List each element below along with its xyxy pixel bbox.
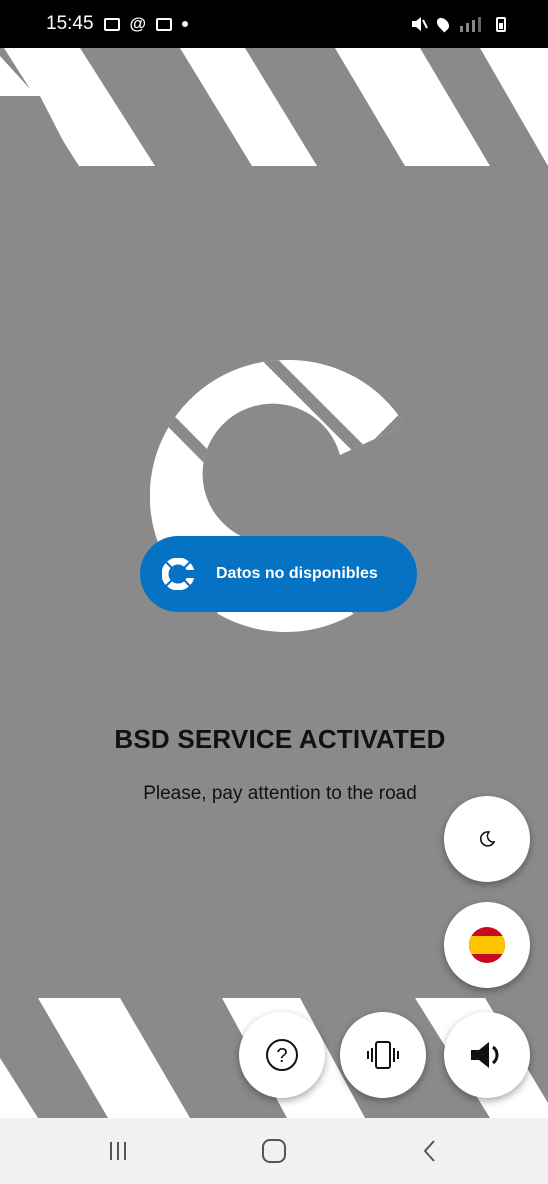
vibrate-icon bbox=[367, 1041, 399, 1069]
night-mode-button[interactable] bbox=[444, 796, 530, 882]
status-time: 15:45 bbox=[46, 13, 94, 34]
svg-text:?: ? bbox=[276, 1045, 287, 1067]
speaker-icon bbox=[471, 1042, 499, 1068]
vibration-button[interactable] bbox=[340, 1012, 426, 1098]
moon-icon bbox=[479, 831, 496, 847]
at-icon: @ bbox=[129, 14, 147, 33]
top-left-stripe bbox=[0, 56, 76, 166]
help-button[interactable]: ? bbox=[239, 1012, 325, 1098]
home-icon bbox=[262, 1139, 286, 1163]
service-headline: BSD SERVICE ACTIVATED bbox=[114, 724, 446, 754]
sound-button[interactable] bbox=[444, 1012, 530, 1098]
recent-apps-icon bbox=[110, 1142, 126, 1160]
app-logo-icon bbox=[162, 558, 194, 590]
status-toast: Datos no disponibles bbox=[140, 536, 417, 612]
gallery-icon bbox=[103, 17, 120, 31]
dot-icon bbox=[182, 21, 189, 27]
system-nav-bar bbox=[0, 1118, 548, 1184]
toast-message: Datos no disponibles bbox=[216, 565, 378, 582]
status-bar: 15:45 @ bbox=[0, 0, 548, 48]
message-icon bbox=[156, 17, 173, 31]
recent-apps-button[interactable] bbox=[88, 1126, 148, 1176]
status-right bbox=[410, 15, 506, 33]
question-icon: ? bbox=[266, 1039, 298, 1071]
main-screen: Datos no disponibles BSD SERVICE ACTIVAT… bbox=[0, 48, 548, 1118]
mute-icon bbox=[412, 17, 428, 31]
status-left: 15:45 @ bbox=[46, 13, 189, 35]
language-button[interactable] bbox=[444, 902, 530, 988]
signal-icon bbox=[460, 17, 481, 32]
battery-icon bbox=[496, 16, 506, 32]
home-button[interactable] bbox=[244, 1126, 304, 1176]
spain-flag-icon bbox=[469, 927, 505, 963]
back-button[interactable] bbox=[400, 1126, 460, 1176]
location-icon bbox=[434, 15, 452, 33]
back-icon bbox=[423, 1140, 435, 1162]
